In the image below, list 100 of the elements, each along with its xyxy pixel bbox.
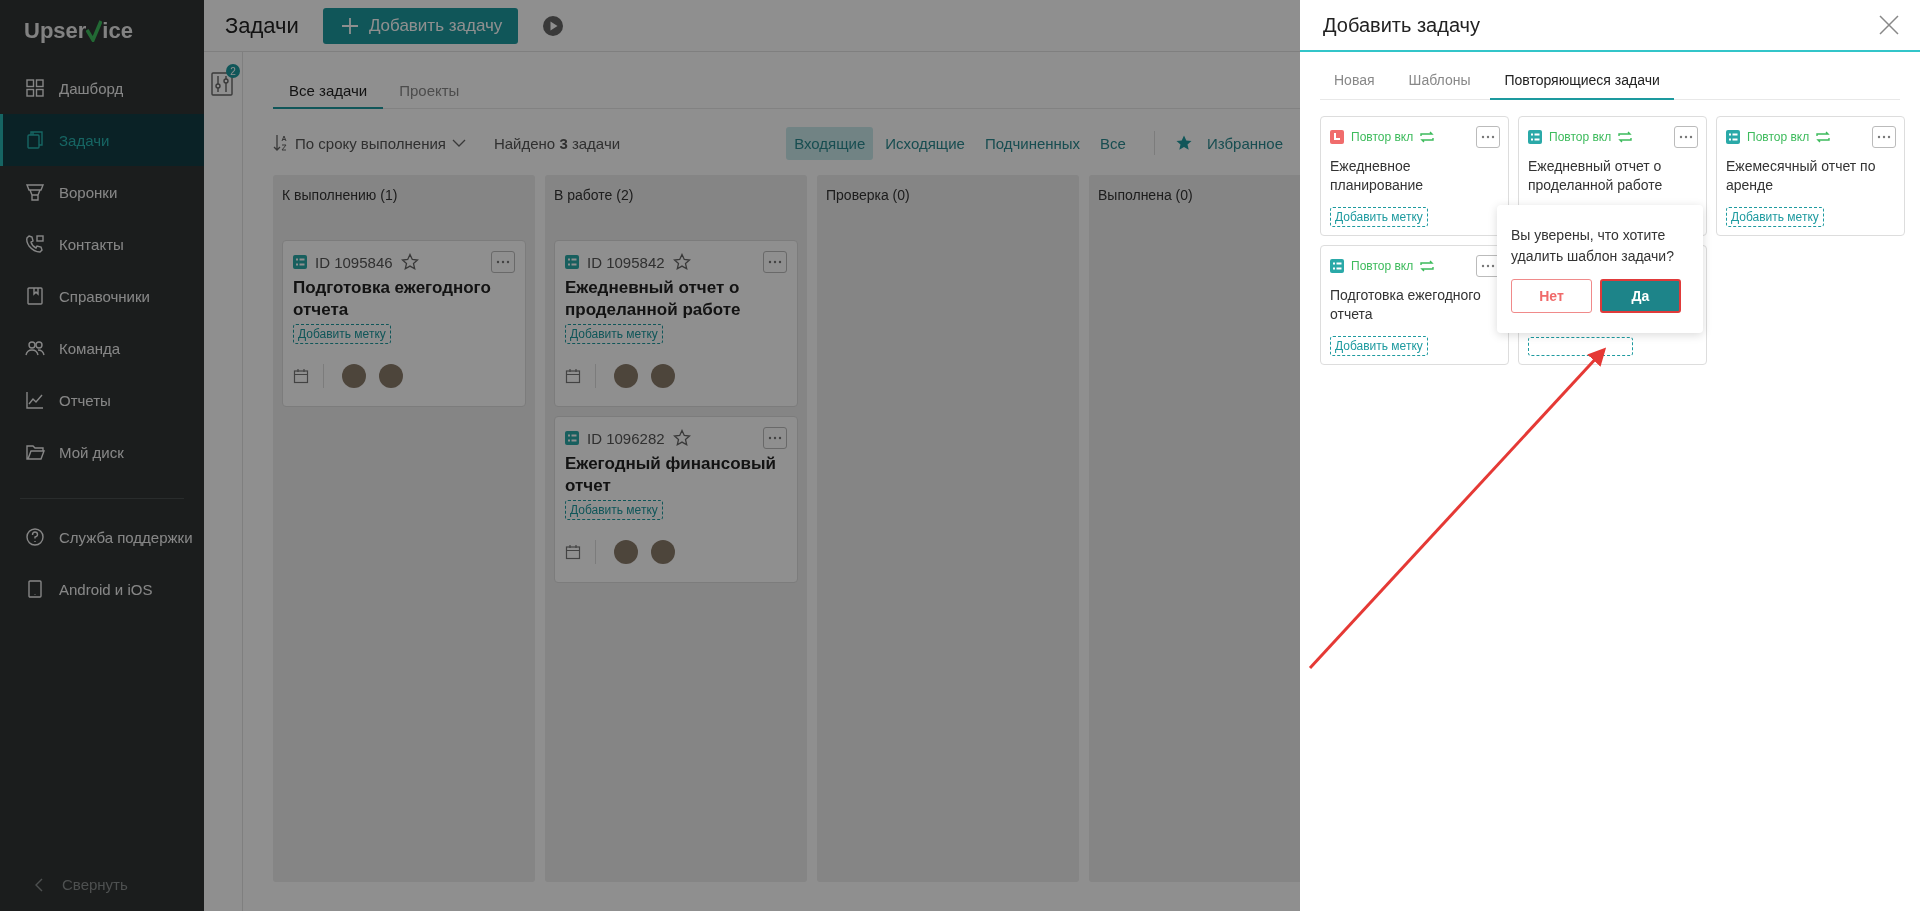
- template-title: Подготовка ежегодного отчета: [1330, 286, 1482, 324]
- nav-item[interactable]: Отчеты: [0, 374, 204, 426]
- tab[interactable]: Шаблоны: [1394, 60, 1485, 100]
- tablet-icon: [25, 579, 45, 599]
- tab[interactable]: Повторяющиеся задачи: [1490, 60, 1674, 100]
- dots-icon: [768, 260, 782, 264]
- avatar-placeholder: [651, 540, 675, 564]
- avatar-placeholder: [614, 540, 638, 564]
- play-icon[interactable]: [542, 14, 565, 37]
- more-button[interactable]: [1476, 126, 1500, 148]
- task-card[interactable]: ID 1096282 Ежегодный финансовый отчет Добавить метку: [554, 416, 798, 583]
- list-icon: [565, 431, 579, 445]
- close-button[interactable]: [1878, 14, 1900, 36]
- add-tag-button[interactable]: Добавить метку: [1330, 207, 1428, 227]
- avatar-placeholder: [614, 364, 638, 388]
- results-count: Найдено 3 задачи: [493, 134, 621, 152]
- add-tag-button[interactable]: [1528, 337, 1633, 356]
- nav-item[interactable]: Мой диск: [0, 426, 204, 478]
- filter-tab[interactable]: Входящие: [786, 126, 874, 160]
- repeat-icon: [1420, 260, 1435, 272]
- count-badge: 2: [226, 64, 240, 78]
- task-title: Подготовка ежегодного отчета: [293, 277, 492, 321]
- star-icon: [672, 253, 691, 271]
- line-chart-icon: [25, 390, 45, 410]
- avatar-placeholder: [651, 364, 675, 388]
- repeat-icon: [1420, 131, 1435, 143]
- grid-icon: [25, 78, 45, 98]
- book-icon: [25, 286, 45, 306]
- tab[interactable]: Новая: [1320, 60, 1389, 100]
- tab[interactable]: Все задачи: [273, 82, 384, 109]
- filter-tab[interactable]: Подчиненных: [976, 126, 1089, 160]
- nav-item[interactable]: Контакты: [0, 218, 204, 270]
- nav-item[interactable]: Задачи: [0, 114, 204, 166]
- add-tag-button[interactable]: Добавить метку: [1726, 207, 1824, 227]
- filter-tab[interactable]: Исходящие: [877, 126, 973, 160]
- chevron-left-icon: [34, 876, 44, 893]
- sort-dropdown[interactable]: По сроку выполнения: [273, 134, 466, 152]
- help-icon: [25, 527, 45, 547]
- logo: Upser ice: [23, 17, 134, 45]
- repeat-status: Повтор вкл: [1747, 130, 1810, 144]
- more-button[interactable]: [1476, 255, 1500, 277]
- template-card[interactable]: Повтор вкл Ежемесячный отчет по аренде Добавить метку: [1716, 116, 1905, 236]
- nav-item[interactable]: Служба поддержки: [0, 511, 204, 563]
- task-id: ID 1095846: [315, 253, 393, 271]
- more-button[interactable]: [763, 427, 787, 449]
- task-card[interactable]: ID 1095842 Ежедневный отчет о проделанной работе Добавить метку: [554, 240, 798, 407]
- nav-item[interactable]: Команда: [0, 322, 204, 374]
- no-button[interactable]: Нет: [1511, 279, 1592, 313]
- calendar-icon: [565, 544, 581, 560]
- add-tag-button[interactable]: Добавить метку: [565, 324, 663, 344]
- add-tag-button[interactable]: Добавить метку: [565, 500, 663, 520]
- more-button[interactable]: [1872, 126, 1896, 148]
- template-title: Ежедневный отчет о проделанной работе: [1528, 157, 1664, 195]
- sort-icon: [273, 134, 289, 152]
- add-tag-button[interactable]: Добавить метку: [1330, 336, 1428, 356]
- favorites-filter[interactable]: Избранное: [1174, 134, 1283, 152]
- add-tag-button[interactable]: Добавить метку: [293, 324, 391, 344]
- more-button[interactable]: [1674, 126, 1698, 148]
- page-title: Задачи: [225, 12, 299, 39]
- filter-tab[interactable]: Все: [1092, 126, 1134, 160]
- dots-icon: [1679, 135, 1693, 139]
- repeat-icon: [1618, 131, 1633, 143]
- nav-item[interactable]: Справочники: [0, 270, 204, 322]
- template-title: Ежемесячный отчет по аренде: [1726, 157, 1877, 195]
- close-icon: [1878, 14, 1900, 36]
- nav-item[interactable]: Воронки: [0, 166, 204, 218]
- nav-item[interactable]: Дашборд: [0, 62, 204, 114]
- more-button[interactable]: [763, 251, 787, 273]
- avatar-placeholder: [379, 364, 403, 388]
- task-card[interactable]: ID 1095846 Подготовка ежегодного отчета Добавить метку: [282, 240, 526, 407]
- star-icon: [672, 429, 691, 447]
- task-title: Ежедневный отчет о проделанной работе: [565, 277, 742, 321]
- funnel-icon: [25, 182, 45, 202]
- people-icon: [25, 338, 45, 358]
- column-title: В работе (2): [554, 187, 635, 205]
- list-icon: [293, 255, 307, 269]
- yes-button[interactable]: Да: [1600, 279, 1681, 313]
- clock-icon: [1330, 130, 1344, 144]
- more-button[interactable]: [491, 251, 515, 273]
- task-id: ID 1095842: [587, 253, 665, 271]
- list-icon: [1528, 130, 1542, 144]
- phone-icon: [25, 234, 45, 254]
- list-icon: [565, 255, 579, 269]
- dots-icon: [1481, 135, 1495, 139]
- task-id: ID 1096282: [587, 429, 665, 447]
- filter-button[interactable]: 2: [206, 64, 240, 98]
- column-title: Проверка (0): [826, 187, 911, 205]
- chevron-down-icon: [451, 139, 466, 147]
- star-icon: [400, 253, 419, 271]
- panel-title: Добавить задачу: [1323, 13, 1480, 37]
- avatar-placeholder: [342, 364, 366, 388]
- star-icon: [1174, 134, 1193, 152]
- add-task-button[interactable]: Добавить задачу: [322, 7, 519, 44]
- tab[interactable]: Проекты: [383, 82, 476, 109]
- column-title: Выполнена (0): [1098, 187, 1194, 205]
- clipboard-icon: [25, 130, 45, 150]
- nav-item[interactable]: Android и iOS: [0, 563, 204, 615]
- list-icon: [1330, 259, 1344, 273]
- calendar-icon: [565, 368, 581, 384]
- dots-icon: [496, 260, 510, 264]
